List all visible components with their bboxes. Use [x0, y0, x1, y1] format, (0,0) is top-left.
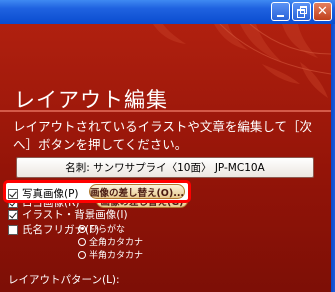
furigana-checkbox[interactable] [8, 224, 18, 235]
layout-pattern-label: レイアウトパターン(L): [8, 274, 120, 286]
close-button[interactable]: ✕ [313, 2, 332, 21]
photo-image-label: 写真画像(P) [22, 188, 79, 200]
close-icon: ✕ [317, 4, 328, 19]
illustration-label: イラスト・背景画像(I) [22, 209, 128, 221]
radio-hankaku-katakana-label: 半角カタカナ [89, 251, 144, 261]
radio-hiragana[interactable]: ひらがな [78, 222, 125, 235]
illustration-checkbox[interactable] [8, 209, 18, 220]
radio-zenkaku-katakana-button[interactable] [78, 237, 86, 246]
replace-photo-button[interactable]: 画像の差し替え(O)... [89, 184, 185, 199]
minimize-button[interactable] [271, 2, 290, 21]
radio-hiragana-button[interactable] [78, 224, 86, 233]
title-divider [0, 110, 331, 112]
radio-hankaku-katakana[interactable]: 半角カタカナ [78, 248, 143, 261]
title-bar: ✕ [0, 0, 335, 24]
page-description: レイアウトされているイラストや文章を編集して［次へ］ボタンを押してください。 [13, 119, 313, 152]
window-border [331, 24, 335, 292]
product-name-bar: 名刺: サンワサプライ〈10面〉 JP-MC10A [16, 157, 314, 178]
radio-hankaku-katakana-button[interactable] [78, 250, 86, 259]
photo-image-checkbox[interactable] [8, 188, 18, 199]
minimize-icon [277, 14, 284, 17]
option-photo-image[interactable]: 写真画像(P) [8, 186, 79, 201]
restore-button[interactable] [292, 2, 311, 21]
restore-icon [293, 3, 310, 20]
radio-zenkaku-katakana-label: 全角カタカナ [89, 238, 144, 248]
radio-hiragana-label: ひらがな [89, 225, 126, 235]
option-illustration-background[interactable]: イラスト・背景画像(I) [8, 207, 128, 222]
radio-zenkaku-katakana[interactable]: 全角カタカナ [78, 235, 143, 248]
